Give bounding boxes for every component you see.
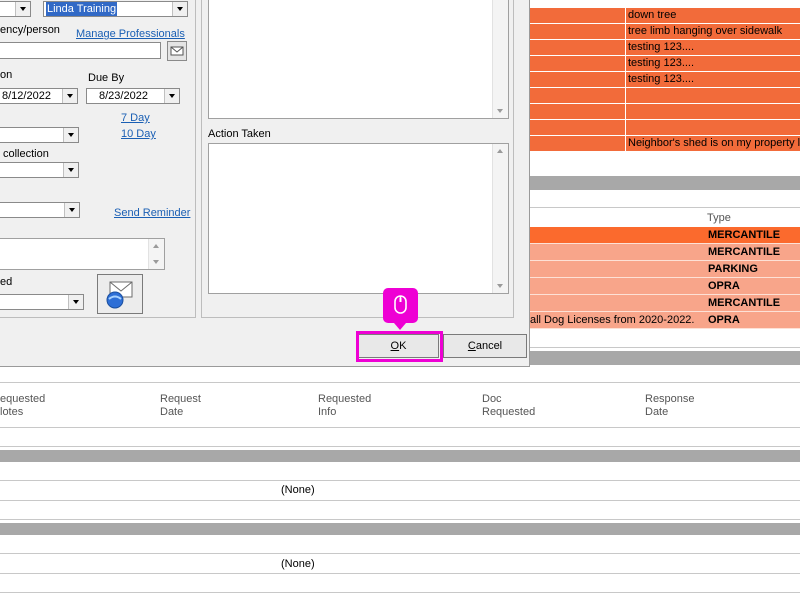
priority-dropdown[interactable]: [0, 127, 79, 143]
description-textarea[interactable]: [208, 0, 509, 119]
column-response-date[interactable]: Response Date: [645, 393, 695, 419]
notes-textarea[interactable]: [0, 238, 165, 270]
task-dialog: Linda Training ency/person Manage Profes…: [0, 0, 530, 367]
chevron-down-icon: [68, 295, 83, 309]
column-request-date[interactable]: Request Date: [160, 393, 201, 419]
type-column-header: Type: [707, 212, 731, 224]
empty-list-text-1: (None): [281, 484, 315, 496]
send-reminder-link[interactable]: Send Reminder: [114, 207, 190, 219]
column-doc-requested[interactable]: Doc Requested: [482, 393, 535, 419]
column-requested-notes[interactable]: equested lotes: [0, 393, 45, 419]
click-target-highlight: [356, 331, 443, 362]
ten-day-link[interactable]: 10 Day: [121, 128, 156, 140]
table-row[interactable]: testing 123....: [530, 56, 800, 72]
ed-label: ed: [0, 276, 13, 288]
notes-scrollbar[interactable]: [148, 239, 164, 269]
action-taken-label: Action Taken: [208, 128, 271, 140]
chevron-down-icon: [164, 89, 179, 103]
table-cell-description: testing 123....: [625, 56, 800, 71]
mouse-icon: [394, 295, 407, 314]
table-row[interactable]: MERCANTILE: [530, 295, 800, 312]
table-cell-type: OPRA: [708, 280, 740, 292]
person-type-dropdown[interactable]: [0, 1, 31, 17]
table-cell-description: testing 123....: [625, 72, 800, 87]
mouse-click-callout: [383, 288, 418, 330]
due-by-label: Due By: [88, 72, 125, 84]
column-requested-info[interactable]: Requested Info: [318, 393, 371, 419]
assignee-dropdown[interactable]: Linda Training: [43, 1, 188, 17]
status-dropdown[interactable]: [0, 294, 84, 310]
table-cell-text: all Dog Licenses from 2020-2022.: [530, 314, 695, 326]
due-by-value: 8/23/2022: [99, 90, 148, 102]
reminder-dropdown[interactable]: [0, 202, 80, 218]
table-row[interactable]: [530, 120, 800, 136]
action-taken-textarea[interactable]: [208, 143, 509, 294]
chevron-down-icon: [15, 2, 30, 16]
table-cell-type: MERCANTILE: [708, 229, 781, 241]
chevron-down-icon: [64, 203, 79, 217]
empty-list-text-2: (None): [281, 558, 315, 570]
seven-day-link[interactable]: 7 Day: [121, 112, 150, 124]
collection-label: collection: [3, 148, 49, 160]
agency-person-label: ency/person: [0, 24, 60, 36]
table-cell-type: OPRA: [708, 314, 740, 326]
agency-person-input[interactable]: [0, 42, 161, 59]
table-cell-description: tree limb hanging over sidewalk: [625, 24, 800, 39]
table-cell-type: MERCANTILE: [708, 297, 781, 309]
due-by-dropdown[interactable]: 8/23/2022: [86, 88, 180, 104]
date-value-left: 8/12/2022: [2, 90, 51, 102]
email-agency-button[interactable]: [167, 41, 187, 61]
collection-dropdown[interactable]: [0, 162, 79, 178]
table-row[interactable]: [530, 88, 800, 104]
table-row[interactable]: testing 123....: [530, 40, 800, 56]
group-band-mid: [530, 351, 800, 365]
table-cell-description: down tree: [625, 8, 800, 23]
chevron-down-icon: [63, 128, 78, 142]
assignee-value: Linda Training: [46, 2, 118, 16]
action-taken-scrollbar[interactable]: [492, 144, 508, 293]
table-row[interactable]: PARKING: [530, 261, 800, 278]
table-cell-description: [625, 120, 800, 135]
table-cell-description: Neighbor's shed is on my property li: [625, 136, 800, 151]
table-cell-type: MERCANTILE: [708, 246, 781, 258]
description-scrollbar[interactable]: [492, 0, 508, 118]
group-band-lower-2: [0, 523, 800, 535]
send-email-button[interactable]: [97, 274, 143, 314]
date-label-left: on: [0, 69, 13, 81]
manage-professionals-link[interactable]: Manage Professionals: [76, 28, 185, 40]
table-row[interactable]: all Dog Licenses from 2020-2022. OPRA: [530, 312, 800, 329]
table-row[interactable]: tree limb hanging over sidewalk: [530, 24, 800, 40]
table-row[interactable]: down tree: [530, 8, 800, 24]
table-row[interactable]: OPRA: [530, 278, 800, 295]
send-mail-icon: [106, 281, 133, 309]
envelope-icon: [170, 46, 184, 56]
table-cell-description: [625, 104, 800, 119]
table-cell-description: [625, 88, 800, 103]
table-cell-description: testing 123....: [625, 40, 800, 55]
right-panel: Action Taken: [201, 0, 514, 318]
table-row[interactable]: MERCANTILE: [530, 227, 800, 244]
chevron-down-icon: [62, 89, 77, 103]
table-row[interactable]: testing 123....: [530, 72, 800, 88]
chevron-down-icon: [172, 2, 187, 16]
date-dropdown-left[interactable]: 8/12/2022: [0, 88, 78, 104]
table-row[interactable]: Neighbor's shed is on my property li: [530, 136, 800, 152]
group-band-lower-1: [0, 450, 800, 462]
chevron-down-icon: [63, 163, 78, 177]
group-band-top: [530, 176, 800, 190]
cancel-button[interactable]: Cancel: [443, 334, 527, 358]
table-row[interactable]: [530, 104, 800, 120]
table-row[interactable]: MERCANTILE: [530, 244, 800, 261]
left-panel: Linda Training ency/person Manage Profes…: [0, 0, 196, 318]
table-cell-type: PARKING: [708, 263, 758, 275]
